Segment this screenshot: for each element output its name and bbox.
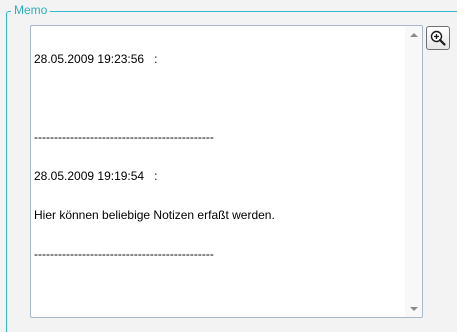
memo-line: 28.05.2009 19:23:56 : <box>34 52 158 66</box>
memo-content[interactable]: 28.05.2009 19:23:56 : ------------------… <box>34 27 402 287</box>
arrow-up-icon <box>409 32 418 37</box>
memo-textarea[interactable]: 28.05.2009 19:23:56 : ------------------… <box>30 25 423 318</box>
memo-scrollbar[interactable] <box>405 26 422 317</box>
memo-line: ----------------------------------------… <box>34 130 214 144</box>
scroll-down-button[interactable] <box>405 300 422 317</box>
memo-group-title: Memo <box>11 2 51 18</box>
memo-line: 28.05.2009 19:19:54 : <box>34 169 158 183</box>
memo-line: ----------------------------------------… <box>34 247 214 261</box>
memo-line: Hier können beliebige Notizen erfaßt wer… <box>34 208 275 222</box>
zoom-in-icon <box>430 30 446 46</box>
zoom-button[interactable] <box>426 26 450 50</box>
memo-line <box>34 92 402 105</box>
arrow-down-icon <box>409 306 418 311</box>
scroll-up-button[interactable] <box>405 26 422 43</box>
